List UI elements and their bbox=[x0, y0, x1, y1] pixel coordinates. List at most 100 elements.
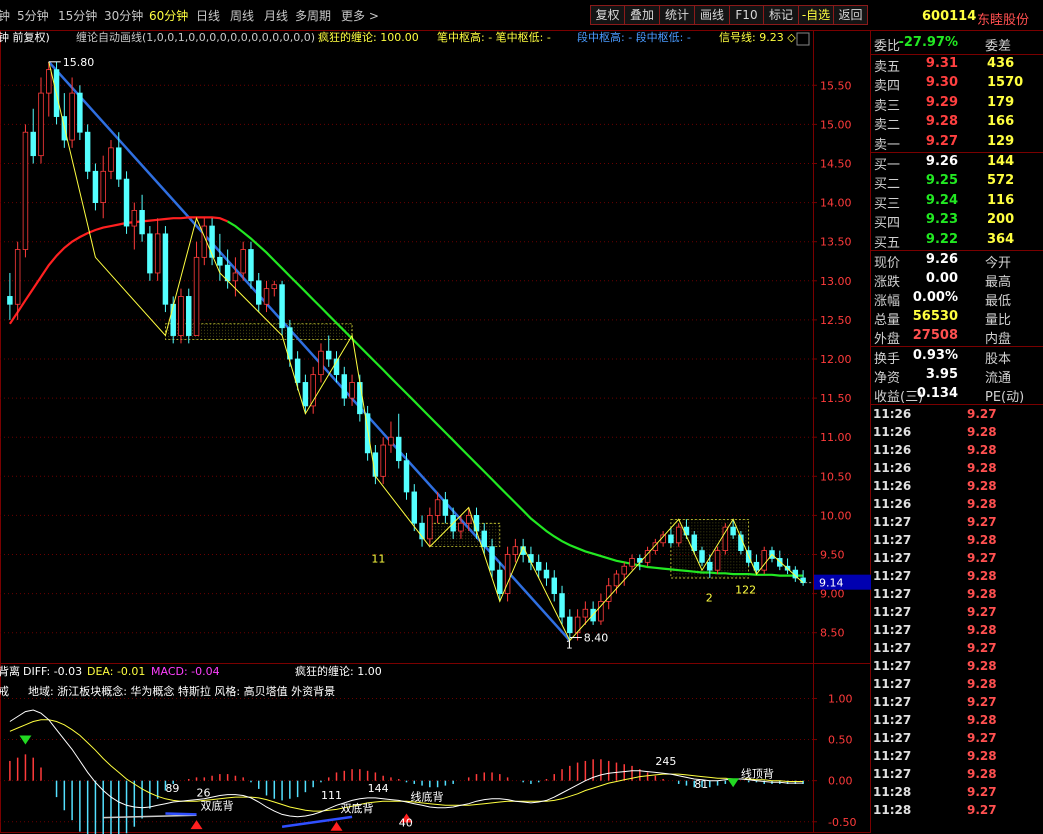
price-tick-label: 12.00 bbox=[820, 353, 852, 366]
macd-tick-label: 0.50 bbox=[828, 734, 853, 747]
stroke-line bbox=[48, 61, 804, 642]
candle-body bbox=[154, 233, 161, 274]
candle-body bbox=[217, 256, 223, 266]
tick-time: 11:26 bbox=[873, 497, 912, 511]
period-5[interactable]: 日线 bbox=[196, 7, 220, 24]
tick-price: 9.28 bbox=[967, 677, 997, 691]
tick-row: 11:27 9.27 bbox=[871, 514, 1043, 532]
quote-value: 0.00% bbox=[912, 290, 958, 305]
bid-volume: 364 bbox=[987, 231, 1015, 247]
bid-label: 买一 bbox=[874, 158, 901, 173]
toolbar-button-3[interactable]: 画线 bbox=[694, 5, 730, 25]
period-8[interactable]: 多周期 bbox=[295, 7, 331, 24]
toolbar-button-1[interactable]: 叠加 bbox=[624, 5, 660, 25]
candle-body bbox=[116, 147, 122, 180]
candle-body bbox=[14, 249, 21, 305]
price-tick-label: 15.00 bbox=[820, 118, 852, 131]
kline-chart[interactable]: 15.50 15.00 14.50 14.00 13.50 13.00 12.50 12.00… bbox=[0, 30, 871, 834]
macd-count-89: 89 bbox=[165, 782, 179, 795]
quote-label2: 量比 bbox=[985, 313, 1012, 328]
candle-body bbox=[30, 131, 36, 157]
tick-time: 11:27 bbox=[873, 515, 912, 529]
tick-row: 11:27 9.28 bbox=[871, 658, 1043, 676]
candle-body bbox=[302, 382, 309, 407]
toolbar-button-5[interactable]: 标记 bbox=[763, 5, 799, 25]
divergence-line bbox=[103, 814, 197, 819]
candle-body bbox=[800, 577, 806, 584]
sell-arrow-icon bbox=[727, 778, 740, 788]
price-tick-label: 12.50 bbox=[820, 314, 852, 327]
macd-count-81: 81 bbox=[694, 778, 708, 791]
tick-time: 11:27 bbox=[873, 641, 912, 655]
pivot-box bbox=[429, 522, 501, 548]
candle-body bbox=[613, 573, 620, 587]
price-tick-label: 13.00 bbox=[820, 275, 852, 288]
tick-price: 9.27 bbox=[967, 407, 997, 421]
tick-time: 11:27 bbox=[873, 605, 912, 619]
price-tick-label: 15.50 bbox=[820, 79, 852, 92]
weibi-label: 委比 bbox=[874, 39, 901, 54]
high-label: 15.80 bbox=[63, 56, 95, 69]
tick-row: 11:27 9.28 bbox=[871, 766, 1043, 784]
period-7[interactable]: 月线 bbox=[264, 7, 288, 24]
quote-label: 现价 bbox=[874, 256, 901, 271]
toolbar-button-2[interactable]: 统计 bbox=[659, 5, 695, 25]
period-3[interactable]: 30分钟 bbox=[104, 7, 143, 24]
macd-count-144: 144 bbox=[368, 782, 389, 795]
quote-row: 涨跌 0.00 最高 bbox=[871, 270, 1043, 290]
tick-time: 11:27 bbox=[873, 767, 912, 781]
candle-body bbox=[551, 577, 557, 595]
quote-value: 27508 bbox=[912, 328, 958, 343]
tick-price: 9.28 bbox=[967, 425, 997, 439]
ask-label: 卖一 bbox=[874, 137, 901, 153]
toolbar-button-7[interactable]: 返回 bbox=[833, 5, 868, 25]
candle-body bbox=[388, 436, 394, 446]
bid-price: 9.25 bbox=[925, 173, 958, 189]
main-legend-0: 钟 前复权) bbox=[0, 30, 50, 44]
toolbar-button-4[interactable]: F10 bbox=[729, 5, 764, 25]
candle-body bbox=[108, 147, 114, 172]
count-label-2: 2 bbox=[706, 591, 713, 604]
sell-arrow-icon bbox=[19, 735, 32, 745]
divergence-label: 双底背 bbox=[201, 798, 234, 812]
fundamental-label2: 股本 bbox=[985, 352, 1012, 367]
candle-body bbox=[240, 249, 246, 274]
candle-body bbox=[139, 210, 145, 235]
tick-row: 11:26 9.28 bbox=[871, 460, 1043, 478]
tick-time: 11:28 bbox=[873, 803, 912, 817]
toolbar-button-6[interactable]: -自选 bbox=[798, 5, 834, 25]
fundamental-row: 换手 0.93% 股本 bbox=[871, 347, 1043, 367]
candle-body bbox=[567, 616, 573, 634]
tick-row: 11:27 9.27 bbox=[871, 640, 1043, 658]
period-0[interactable]: 钟 bbox=[0, 7, 10, 24]
period-4[interactable]: 60分钟 bbox=[149, 7, 188, 24]
candle-body bbox=[131, 210, 138, 227]
macd-count-245: 245 bbox=[655, 755, 676, 768]
bid-price: 9.26 bbox=[925, 154, 958, 169]
candle-body bbox=[675, 526, 682, 544]
tick-price: 9.27 bbox=[967, 641, 997, 655]
candle-body bbox=[294, 358, 301, 383]
tick-time: 11:27 bbox=[873, 551, 912, 565]
tick-price: 9.27 bbox=[967, 731, 997, 745]
quote-label: 涨跌 bbox=[874, 275, 901, 290]
macd-legend-1: DIFF: -0.03 bbox=[23, 665, 82, 678]
period-2[interactable]: 15分钟 bbox=[58, 7, 97, 24]
candle-body bbox=[22, 131, 29, 250]
tick-price: 9.28 bbox=[967, 479, 997, 493]
tick-time: 11:26 bbox=[873, 443, 912, 457]
period-9[interactable]: 更多 > bbox=[341, 7, 379, 24]
ask-volume: 179 bbox=[987, 94, 1015, 110]
buy-arrow-icon bbox=[330, 821, 343, 831]
candle-body bbox=[411, 491, 418, 524]
fundamental-label2: 流通 bbox=[985, 371, 1012, 386]
period-1[interactable]: 5分钟 bbox=[17, 7, 49, 24]
toolbar-button-0[interactable]: 复权 bbox=[590, 5, 625, 25]
candle-body bbox=[38, 92, 44, 157]
ask-price: 9.28 bbox=[925, 114, 958, 130]
candle-body bbox=[69, 92, 75, 141]
period-6[interactable]: 周线 bbox=[230, 7, 254, 24]
main-legend-4: 段中枢高: - 段中枢低: - bbox=[577, 30, 691, 44]
ask-row: 卖二 9.28 166 bbox=[871, 113, 1043, 133]
tick-price: 9.28 bbox=[967, 497, 997, 511]
